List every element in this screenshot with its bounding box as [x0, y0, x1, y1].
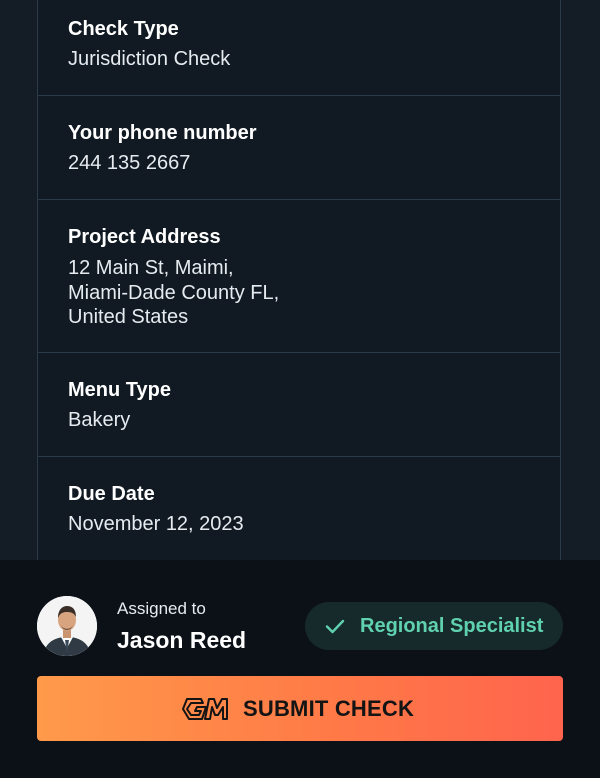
details-card: Check Type Jurisdiction Check Your phone… [37, 0, 561, 560]
submit-check-label: SUBMIT CHECK [243, 696, 415, 721]
detail-row-menu-type: Menu Type Bakery [38, 353, 560, 457]
detail-row-project-address: Project Address 12 Main St, Maimi, Miami… [38, 200, 560, 353]
detail-value: Jurisdiction Check [68, 48, 231, 70]
check-details-screen: Check Type Jurisdiction Check Your phone… [0, 0, 600, 778]
assignment-footer: Assigned to Jason Reed Regional Speciali… [0, 560, 600, 778]
role-badge: Regional Specialist [305, 602, 563, 650]
detail-value: November 12, 2023 [68, 513, 244, 535]
detail-label: Project Address [68, 226, 221, 248]
detail-value: Bakery [68, 409, 131, 431]
assigned-to-label: Assigned to [117, 599, 206, 618]
detail-label: Check Type [68, 18, 179, 40]
assignee-photo-icon [37, 596, 97, 656]
detail-value: 244 135 2667 [68, 152, 191, 174]
role-badge-label: Regional Specialist [360, 615, 544, 637]
detail-row-due-date: Due Date November 12, 2023 [38, 457, 560, 560]
detail-label: Your phone number [68, 122, 257, 144]
detail-label: Due Date [68, 483, 155, 505]
assignee-name: Jason Reed [117, 627, 247, 653]
avatar [37, 596, 97, 656]
gm-logo-icon [182, 698, 228, 720]
detail-row-check-type: Check Type Jurisdiction Check [38, 0, 560, 96]
detail-label: Menu Type [68, 379, 171, 401]
check-icon [325, 619, 345, 634]
detail-row-phone-number: Your phone number 244 135 2667 [38, 96, 560, 200]
submit-check-button[interactable]: SUBMIT CHECK [37, 676, 563, 741]
detail-value: 12 Main St, Maimi, Miami-Dade County FL,… [68, 257, 280, 328]
